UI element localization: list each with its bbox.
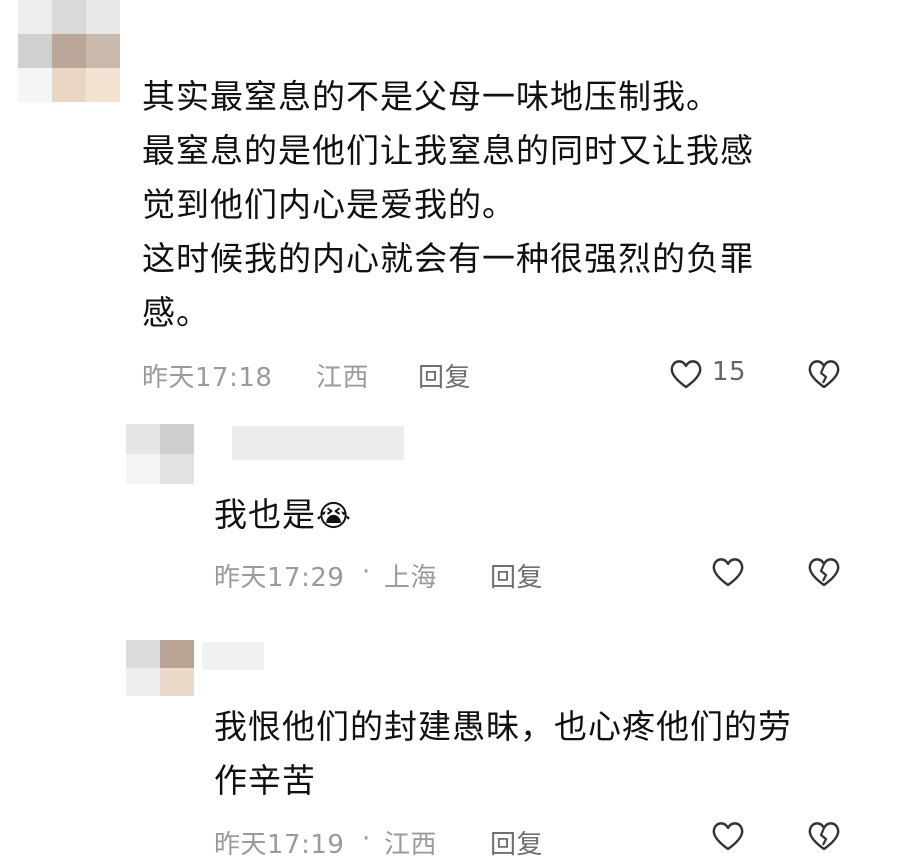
comment-line: 其实最窒息的不是父母一味地压制我。 xyxy=(142,77,720,116)
like-count: 15 xyxy=(712,357,747,387)
broken-heart-icon xyxy=(808,822,840,851)
reply-button[interactable]: 回复 xyxy=(490,824,543,861)
meta-separator: · xyxy=(362,824,371,854)
meta-separator: · xyxy=(362,557,371,587)
comment-text: 其实最窒息的不是父母一味地压制我。 最窒息的是他们让我窒息的同时又让我感 觉到他… xyxy=(142,70,862,340)
broken-heart-icon xyxy=(808,558,840,587)
avatar[interactable] xyxy=(126,424,194,484)
dislike-button[interactable] xyxy=(806,818,842,854)
reply-line: 我也是 xyxy=(214,495,316,534)
username-redacted xyxy=(232,426,404,460)
crying-emoji: 😭 xyxy=(316,499,353,534)
reply-text: 我也是😭 xyxy=(214,488,352,544)
reply-button[interactable]: 回复 xyxy=(418,357,471,394)
like-button[interactable] xyxy=(710,818,746,854)
comment-line: 这时候我的内心就会有一种很强烈的负罪 xyxy=(142,239,754,278)
dislike-button[interactable] xyxy=(806,554,842,590)
reply-location: 上海 xyxy=(384,563,438,593)
username-redacted xyxy=(202,642,264,670)
comment-line: 最窒息的是他们让我窒息的同时又让我感 xyxy=(142,131,754,170)
dislike-button[interactable] xyxy=(806,356,842,392)
reply-time: 昨天17:19 xyxy=(214,830,345,860)
heart-outline-icon xyxy=(670,360,702,389)
comment-time: 昨天17:18 xyxy=(142,363,273,393)
avatar[interactable] xyxy=(126,640,194,696)
broken-heart-icon xyxy=(808,360,840,389)
avatar[interactable] xyxy=(18,0,122,104)
reply-time: 昨天17:29 xyxy=(214,563,345,593)
like-button[interactable] xyxy=(668,356,704,392)
reply-line: 作辛苦 xyxy=(214,761,316,800)
comment-line: 觉到他们内心是爱我的。 xyxy=(142,185,516,224)
heart-outline-icon xyxy=(712,558,744,587)
reply-button[interactable]: 回复 xyxy=(490,557,543,594)
heart-outline-icon xyxy=(712,822,744,851)
like-button[interactable] xyxy=(710,554,746,590)
reply-location: 江西 xyxy=(384,830,438,860)
comment-location: 江西 xyxy=(316,363,370,393)
reply-text: 我恨他们的封建愚昧，也心疼他们的劳 作辛苦 xyxy=(214,700,874,808)
comment-line: 感。 xyxy=(142,293,210,332)
reply-line: 我恨他们的封建愚昧，也心疼他们的劳 xyxy=(214,707,792,746)
